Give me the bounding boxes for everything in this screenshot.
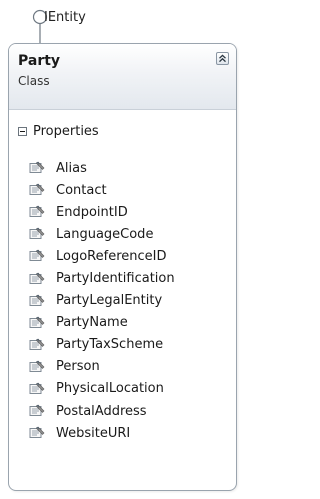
property-name: EndpointID (56, 204, 128, 220)
property-name: PartyLegalEntity (56, 293, 163, 309)
property-list: Alias Contact EndpointID LanguageCode Lo… (29, 157, 175, 444)
property-wrench-icon (29, 183, 45, 196)
property-wrench-icon (29, 161, 45, 174)
property-name: LogoReferenceID (56, 248, 167, 264)
property-item[interactable]: Person (29, 356, 175, 378)
property-name: Alias (56, 160, 87, 176)
property-name: Contact (56, 182, 107, 198)
property-item[interactable]: LanguageCode (29, 223, 175, 245)
property-wrench-icon (29, 272, 45, 284)
property-item[interactable]: PartyLegalEntity (29, 290, 175, 312)
property-name: WebsiteURI (56, 425, 131, 441)
property-item[interactable]: PartyIdentification (29, 267, 175, 289)
property-wrench-icon (29, 382, 45, 394)
property-item[interactable]: PhysicalLocation (29, 378, 175, 400)
property-wrench-icon (29, 338, 45, 350)
properties-section-header[interactable]: Properties (18, 123, 99, 139)
class-kind: Class (18, 74, 50, 88)
interface-name: IEntity (44, 10, 86, 25)
property-name: PartyIdentification (56, 271, 175, 287)
property-item[interactable]: LogoReferenceID (29, 245, 175, 267)
property-wrench-icon (29, 360, 45, 372)
property-wrench-icon (29, 249, 45, 262)
property-item[interactable]: Alias (29, 157, 175, 179)
property-item[interactable]: Contact (29, 179, 175, 201)
property-item[interactable]: WebsiteURI (29, 422, 175, 444)
property-wrench-icon (29, 404, 45, 417)
property-wrench-icon (29, 426, 45, 439)
class-shape[interactable]: Party Class Properties Alias Contact End… (8, 43, 237, 491)
property-name: LanguageCode (56, 226, 154, 242)
minus-box-icon[interactable] (18, 126, 27, 136)
class-header[interactable]: Party Class (9, 44, 236, 110)
property-name: PartyName (56, 315, 128, 331)
property-wrench-icon (29, 205, 45, 218)
property-wrench-icon (29, 227, 45, 240)
property-wrench-icon (29, 316, 45, 328)
property-item[interactable]: PostalAddress (29, 400, 175, 422)
property-wrench-icon (29, 294, 45, 306)
property-item[interactable]: PartyName (29, 312, 175, 334)
class-name: Party (18, 53, 61, 69)
property-item[interactable]: PartyTaxScheme (29, 334, 175, 356)
property-name: PhysicalLocation (56, 381, 164, 397)
section-label: Properties (33, 123, 99, 139)
property-item[interactable]: EndpointID (29, 201, 175, 223)
double-chevron-up-icon[interactable] (216, 52, 229, 65)
property-name: PostalAddress (56, 403, 147, 419)
property-name: Person (56, 359, 100, 375)
class-diagram-canvas: IEntity Party Class Properties Alias Con… (0, 0, 245, 499)
property-name: PartyTaxScheme (56, 337, 164, 353)
